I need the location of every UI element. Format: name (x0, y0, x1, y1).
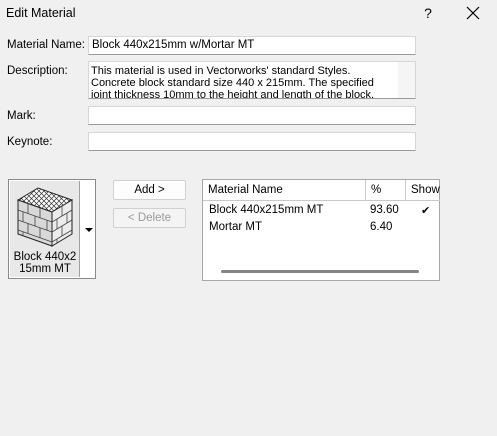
horizontal-scrollbar[interactable] (221, 270, 419, 273)
components-table: Material Name % Show Block 440x215mm MT … (202, 179, 440, 281)
keynote-input[interactable] (88, 132, 416, 151)
dropdown-arrow-icon[interactable] (82, 220, 96, 240)
column-header-material-name[interactable]: Material Name (203, 180, 366, 201)
description-textarea[interactable]: This material is used in Vectorworks' st… (88, 61, 416, 99)
row-percent[interactable]: 93.60 (370, 204, 399, 216)
delete-button[interactable]: < Delete (113, 208, 186, 228)
description-text: This material is used in Vectorworks' st… (91, 65, 375, 99)
block-material-icon (16, 187, 74, 247)
column-header-show[interactable]: Show (406, 180, 440, 201)
material-swatch-picker[interactable]: Block 440x2 15mm MT (8, 179, 96, 279)
row-material-name[interactable]: Mortar MT (209, 221, 262, 233)
material-swatch[interactable]: Block 440x2 15mm MT (10, 181, 80, 277)
column-header-percent[interactable]: % (366, 180, 406, 201)
mark-label: Mark: (7, 110, 36, 122)
mark-input[interactable] (88, 106, 416, 125)
close-button[interactable] (462, 3, 484, 23)
add-button[interactable]: Add > (113, 180, 186, 200)
close-icon (466, 6, 480, 20)
row-percent[interactable]: 6.40 (370, 221, 392, 233)
row-material-name[interactable]: Block 440x215mm MT (209, 204, 323, 216)
show-checkmark-icon[interactable]: ✔ (421, 204, 430, 217)
material-swatch-label: Block 440x2 15mm MT (13, 251, 77, 275)
description-scrollbar[interactable] (398, 62, 415, 98)
material-name-label: Material Name: (7, 39, 85, 51)
keynote-label: Keynote: (7, 136, 53, 148)
material-name-input[interactable]: Block 440x215mm w/Mortar MT (88, 36, 416, 55)
description-label: Description: (7, 65, 68, 77)
title-bar: Edit Material ? (0, 0, 497, 28)
window-title: Edit Material (6, 6, 76, 20)
help-button[interactable]: ? (418, 3, 438, 23)
